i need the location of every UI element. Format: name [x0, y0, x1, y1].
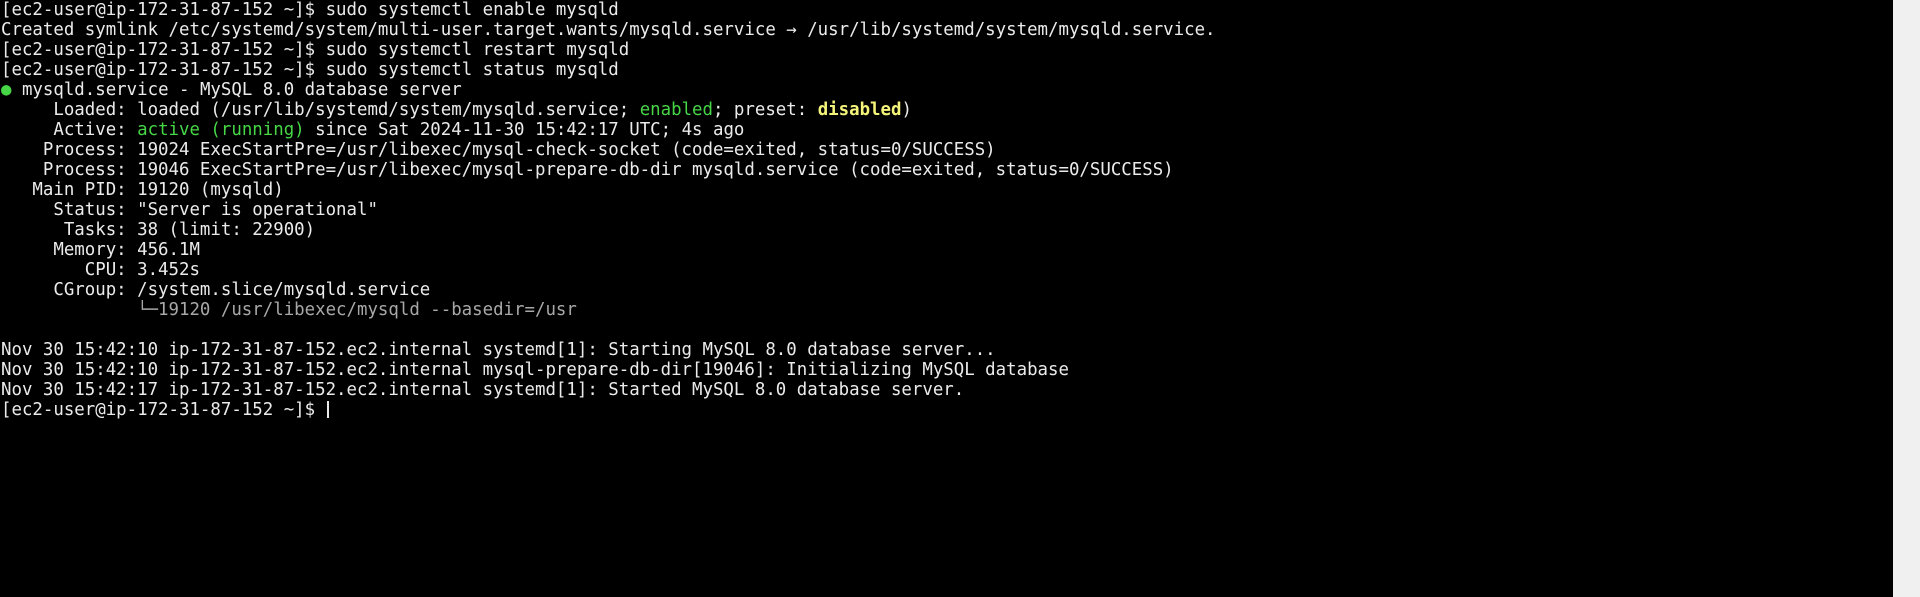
log-line: Nov 30 15:42:17 ip-172-31-87-152.ec2.int… [1, 380, 965, 400]
command-line-enable: [ec2-user@ip-172-31-87-152 ~]$ sudo syst… [0, 0, 1893, 20]
active-label: Active: [1, 120, 138, 140]
loaded-label: Loaded: [1, 100, 138, 120]
loaded-value: loaded (/usr/lib/systemd/system/mysqld.s… [137, 100, 640, 120]
command-line-restart: [ec2-user@ip-172-31-87-152 ~]$ sudo syst… [0, 40, 1893, 60]
cpu-line: CPU: 3.452s [1, 260, 200, 280]
cgroup-line: CGroup: /system.slice/mysqld.service [1, 280, 431, 300]
active-line: Active: active (running) since Sat 2024-… [0, 120, 1893, 140]
loaded-preset-label: ; preset: [712, 100, 818, 120]
terminal-window[interactable]: [ec2-user@ip-172-31-87-152 ~]$ sudo syst… [0, 0, 1893, 597]
status-dot-icon: ● [1, 80, 12, 100]
enabled-state: enabled [639, 100, 713, 120]
symlink-output: Created symlink /etc/systemd/system/mult… [1, 20, 1216, 40]
loaded-line: Loaded: loaded (/usr/lib/systemd/system/… [0, 100, 1893, 120]
active-state: active (running) [137, 120, 305, 140]
main-pid-line: Main PID: 19120 (mysqld) [1, 180, 284, 200]
process-line-2: Process: 19046 ExecStartPre=/usr/libexec… [1, 160, 1174, 180]
command-text: sudo systemctl restart mysqld [325, 40, 630, 60]
scrollbar[interactable] [1893, 0, 1920, 597]
memory-line: Memory: 456.1M [1, 240, 200, 260]
prompt: [ec2-user@ip-172-31-87-152 ~]$ [1, 400, 326, 420]
service-title: mysqld.service - MySQL 8.0 database serv… [11, 80, 462, 100]
prompt: [ec2-user@ip-172-31-87-152 ~]$ [1, 40, 326, 60]
current-prompt-line[interactable]: [ec2-user@ip-172-31-87-152 ~]$ [0, 400, 1893, 420]
command-line-status: [ec2-user@ip-172-31-87-152 ~]$ sudo syst… [0, 60, 1893, 80]
status-text-line: Status: "Server is operational" [1, 200, 378, 220]
process-line-1: Process: 19024 ExecStartPre=/usr/libexec… [1, 140, 996, 160]
loaded-end: ) [901, 100, 912, 120]
active-since: since Sat 2024-11-30 15:42:17 UTC; 4s ag… [304, 120, 745, 140]
prompt: [ec2-user@ip-172-31-87-152 ~]$ [1, 0, 326, 20]
prompt: [ec2-user@ip-172-31-87-152 ~]$ [1, 60, 326, 80]
command-text: sudo systemctl status mysqld [325, 60, 619, 80]
preset-state: disabled [817, 100, 902, 120]
tasks-line: Tasks: 38 (limit: 22900) [1, 220, 316, 240]
cgroup-child-line: └─19120 /usr/libexec/mysqld --basedir=/u… [1, 300, 577, 320]
log-line: Nov 30 15:42:10 ip-172-31-87-152.ec2.int… [1, 360, 1069, 380]
command-text: sudo systemctl enable mysqld [325, 0, 619, 20]
text-cursor [326, 401, 329, 418]
service-header-line: ● mysqld.service - MySQL 8.0 database se… [0, 80, 1893, 100]
log-line: Nov 30 15:42:10 ip-172-31-87-152.ec2.int… [1, 340, 996, 360]
